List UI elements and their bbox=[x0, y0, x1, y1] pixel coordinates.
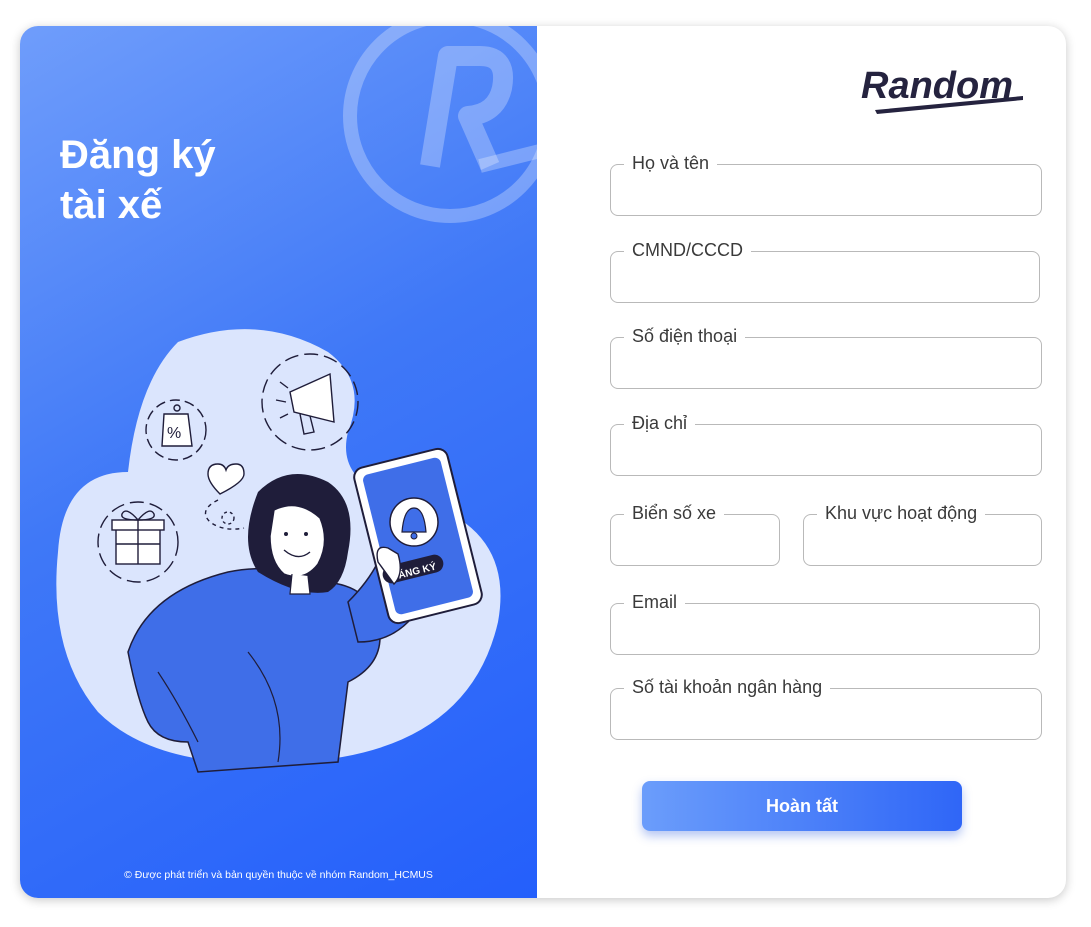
page-title: Đăng ký tài xế bbox=[60, 130, 216, 230]
title-line-2: tài xế bbox=[60, 183, 163, 227]
left-panel: Đăng ký tài xế % ĐĂNG KÝ © Được phát tri… bbox=[20, 26, 537, 898]
id-card-label: CMND/CCCD bbox=[624, 238, 751, 262]
bell-icon bbox=[389, 497, 439, 547]
operating-area-label: Khu vực hoạt động bbox=[817, 501, 986, 525]
license-plate-label: Biển số xe bbox=[624, 501, 725, 525]
email-input[interactable] bbox=[624, 617, 1026, 643]
svg-text:%: % bbox=[167, 425, 181, 442]
title-line-1: Đăng ký bbox=[60, 133, 216, 177]
address-label: Địa chỉ bbox=[624, 411, 696, 435]
license-plate-input[interactable] bbox=[624, 528, 766, 554]
driver-illustration: % ĐĂNG KÝ bbox=[56, 329, 501, 773]
address-input[interactable] bbox=[624, 438, 1028, 464]
phone-field: Số điện thoại bbox=[610, 324, 1042, 389]
registered-r-icon bbox=[343, 26, 537, 223]
address-field: Địa chỉ bbox=[610, 411, 1042, 476]
submit-button[interactable]: Hoàn tất bbox=[642, 781, 962, 831]
bank-account-field: Số tài khoản ngân hàng bbox=[610, 675, 1042, 740]
bank-account-input[interactable] bbox=[624, 702, 1028, 728]
license-plate-field: Biển số xe bbox=[610, 501, 780, 566]
id-card-input[interactable] bbox=[624, 265, 1026, 291]
registration-card: Đăng ký tài xế % ĐĂNG KÝ © Được phát tri… bbox=[20, 26, 1066, 898]
phone-label: Số điện thoại bbox=[624, 324, 746, 348]
form-panel: Random Họ và tên CMND/CCCD Số điện thoại… bbox=[537, 26, 1066, 898]
brand-logo: Random bbox=[861, 65, 1023, 114]
phone-input[interactable] bbox=[624, 351, 1028, 377]
full-name-input[interactable] bbox=[624, 178, 1028, 204]
email-field: Email bbox=[610, 590, 1040, 655]
operating-area-input[interactable] bbox=[817, 528, 1028, 554]
bank-account-label: Số tài khoản ngân hàng bbox=[624, 675, 831, 699]
id-card-field: CMND/CCCD bbox=[610, 238, 1040, 303]
copyright-text: © Được phát triển và bản quyền thuộc về … bbox=[124, 869, 433, 881]
full-name-field: Họ và tên bbox=[610, 151, 1042, 216]
operating-area-field: Khu vực hoạt động bbox=[803, 501, 1042, 566]
email-label: Email bbox=[624, 590, 686, 614]
full-name-label: Họ và tên bbox=[624, 151, 718, 175]
